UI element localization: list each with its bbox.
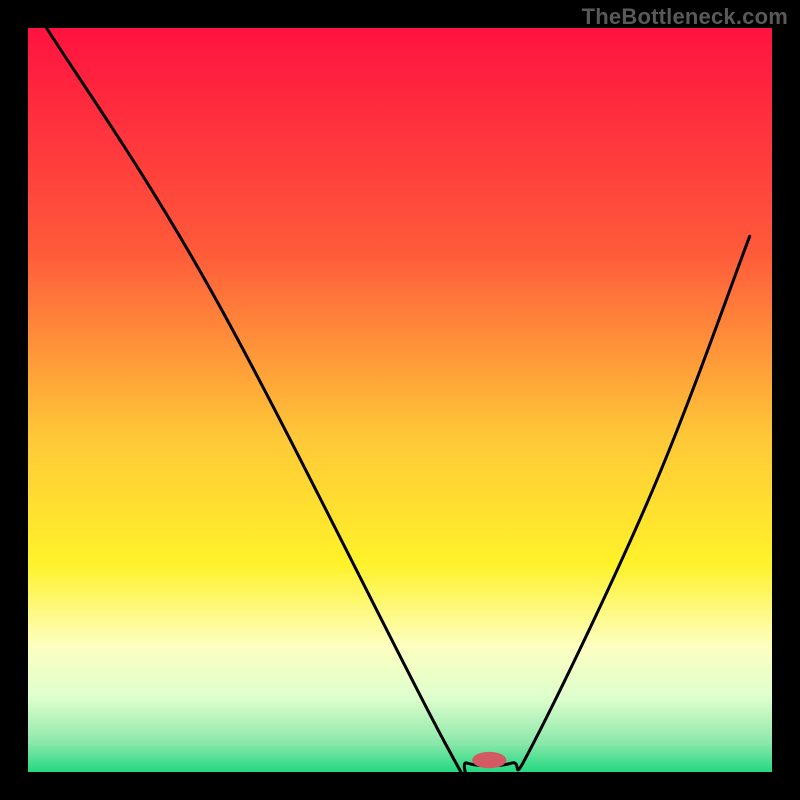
plot-area (28, 28, 772, 772)
gradient-background (28, 28, 772, 772)
bottleneck-chart (28, 28, 772, 772)
optimal-point-marker (472, 752, 506, 768)
chart-frame: TheBottleneck.com (0, 0, 800, 800)
watermark-text: TheBottleneck.com (582, 4, 788, 30)
